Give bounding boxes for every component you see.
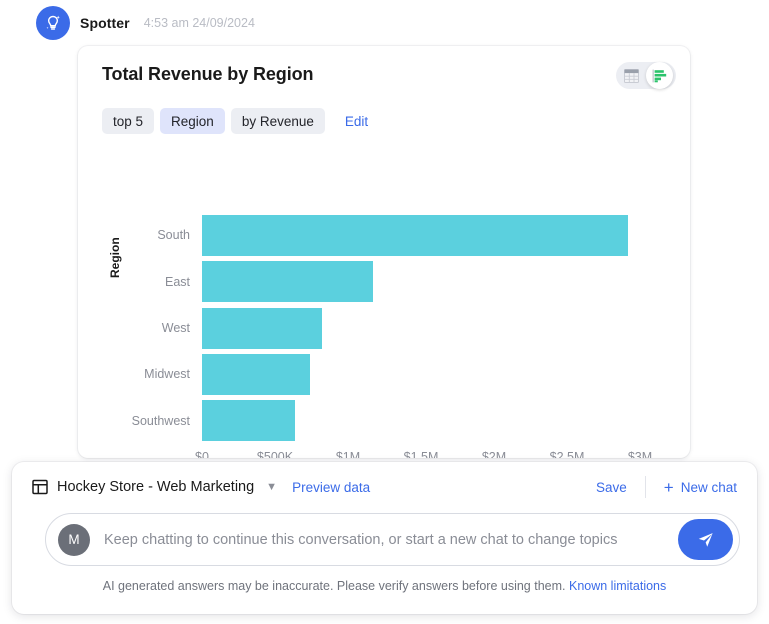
lightbulb-sparkle-icon [43, 13, 63, 33]
spotter-avatar [36, 6, 70, 40]
send-paper-plane-icon [696, 530, 715, 549]
answer-card: Total Revenue by Region [78, 46, 690, 458]
bar-south[interactable] [202, 215, 628, 256]
disclaimer: AI generated answers may be inaccurate. … [12, 579, 757, 593]
horizontal-bar-chart-icon [652, 69, 667, 83]
bar-east[interactable] [202, 261, 373, 302]
chat-actions: Save + New chat [596, 476, 737, 498]
data-source-name: Hockey Store - Web Marketing [57, 479, 254, 495]
x-tick-5: $2.5M [550, 450, 585, 458]
y-tick-west: West [162, 321, 190, 335]
message-header: Spotter 4:53 am 24/09/2024 [36, 6, 255, 40]
page-title: Total Revenue by Region [102, 64, 313, 85]
y-tick-south: South [157, 228, 190, 242]
query-chips: top 5 Region by Revenue Edit [102, 108, 368, 134]
message-timestamp: 4:53 am 24/09/2024 [144, 16, 255, 30]
new-chat-button[interactable]: + New chat [646, 479, 737, 496]
avatar: M [58, 524, 90, 556]
chat-topbar: Hockey Store - Web Marketing ▼ Preview d… [32, 474, 737, 500]
table-grid-icon [32, 479, 48, 495]
x-tick-3: $1.5M [404, 450, 439, 458]
plot-area [202, 212, 640, 444]
y-tick-southwest: Southwest [132, 414, 190, 428]
data-source-selector[interactable]: Hockey Store - Web Marketing ▼ [32, 479, 277, 495]
table-view-option[interactable] [616, 62, 646, 89]
bar-west[interactable] [202, 308, 322, 349]
spotter-answer-screen: Spotter 4:53 am 24/09/2024 Total Revenue… [0, 0, 769, 624]
plus-icon: + [664, 479, 674, 496]
x-tick-4: $2M [482, 450, 506, 458]
preview-data-link[interactable]: Preview data [292, 480, 370, 495]
chevron-down-icon: ▼ [266, 481, 277, 493]
send-button[interactable] [678, 519, 733, 560]
known-limitations-link[interactable]: Known limitations [569, 579, 666, 593]
bar-southwest[interactable] [202, 400, 295, 441]
x-tick-0: $0 [195, 450, 209, 458]
chip-region[interactable]: Region [160, 108, 225, 134]
chat-input[interactable] [104, 532, 670, 548]
chat-panel: Hockey Store - Web Marketing ▼ Preview d… [12, 462, 757, 614]
bar-midwest[interactable] [202, 354, 310, 395]
x-axis-tick-labels: $0$500K$1M$1.5M$2M$2.5M$3M [202, 450, 640, 458]
save-button[interactable]: Save [596, 480, 645, 495]
chip-by-revenue[interactable]: by Revenue [231, 108, 325, 134]
chat-input-row: M [45, 513, 740, 566]
x-tick-1: $500K [257, 450, 293, 458]
table-icon [624, 69, 639, 83]
visualization-toggle[interactable] [616, 62, 676, 89]
x-tick-6: $3M [628, 450, 652, 458]
new-chat-label: New chat [681, 480, 737, 495]
disclaimer-text: AI generated answers may be inaccurate. … [103, 579, 566, 593]
bar-chart-view-option[interactable] [646, 62, 673, 89]
x-tick-2: $1M [336, 450, 360, 458]
bar-chart: Region SouthEastWestMidwestSouthwest $0$… [78, 150, 690, 450]
y-tick-east: East [165, 275, 190, 289]
chip-top-5[interactable]: top 5 [102, 108, 154, 134]
y-axis-tick-labels: South East West Midwest Southwest [78, 212, 196, 444]
y-tick-midwest: Midwest [144, 367, 190, 381]
edit-query-link[interactable]: Edit [345, 114, 368, 129]
sender-name: Spotter [80, 15, 130, 31]
